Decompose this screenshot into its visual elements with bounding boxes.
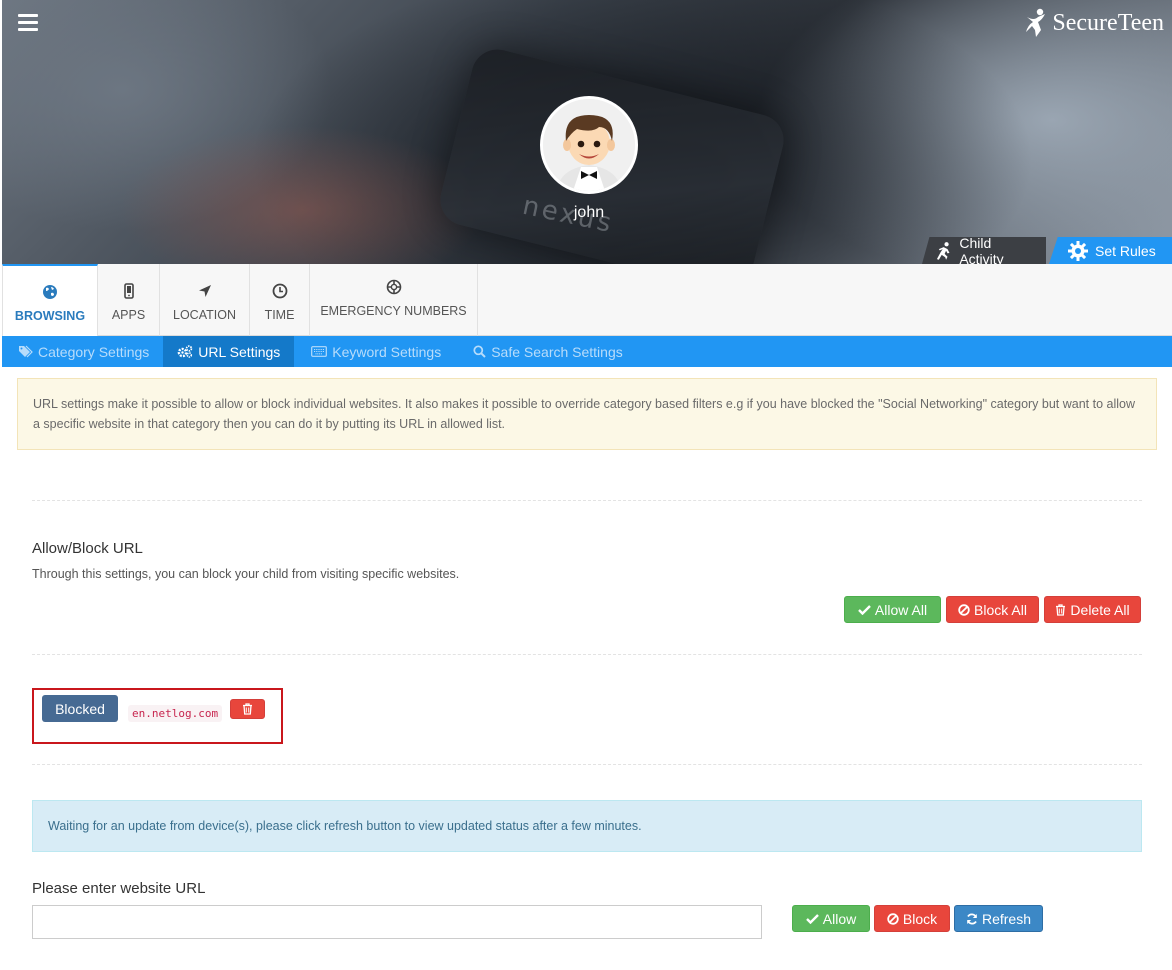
allow-block-description: Through this settings, you can block you… <box>32 567 460 581</box>
waiting-notice: Waiting for an update from device(s), pl… <box>32 800 1142 852</box>
delete-url-button[interactable] <box>230 699 265 719</box>
tab-apps-label: APPS <box>111 308 146 322</box>
running-person-icon <box>936 241 950 260</box>
tab-child-activity-label: Child Activity <box>959 234 1004 264</box>
globe-icon <box>42 283 58 301</box>
divider <box>32 764 1142 765</box>
search-icon <box>473 345 486 358</box>
tab-child-activity[interactable]: Child Activity <box>922 237 1046 264</box>
check-icon <box>858 605 871 615</box>
allow-all-button[interactable]: Allow All <box>844 596 941 623</box>
allow-block-title: Allow/Block URL <box>32 540 143 557</box>
sub-nav: Category Settings URL Settings Keyword S… <box>2 336 1172 367</box>
location-arrow-icon <box>198 282 212 300</box>
ban-icon <box>958 603 970 616</box>
subtab-safe-search-settings[interactable]: Safe Search Settings <box>455 336 637 367</box>
divider <box>32 654 1142 655</box>
block-url-label: Block <box>902 910 938 927</box>
subtab-url-settings-label: URL Settings <box>198 343 281 360</box>
tab-set-rules[interactable]: Set Rules <box>1049 237 1172 264</box>
divider <box>32 500 1142 501</box>
refresh-label: Refresh <box>981 910 1032 927</box>
tab-apps[interactable]: APPS <box>98 264 160 336</box>
tab-time-label: TIME <box>264 308 295 322</box>
allow-url-label: Allow <box>822 910 857 927</box>
block-all-button[interactable]: Block All <box>946 596 1039 623</box>
tab-browsing-label: BROWSING <box>14 309 86 323</box>
allow-url-button[interactable]: Allow <box>792 905 870 932</box>
clock-icon <box>272 282 288 300</box>
tab-set-rules-label: Set Rules <box>1095 242 1156 259</box>
waiting-notice-text: Waiting for an update from device(s), pl… <box>48 819 642 833</box>
cogs-icon <box>177 345 193 358</box>
main-nav: BROWSING APPS LOCATION TIME EMERGENCY NU… <box>2 264 1172 336</box>
allow-all-label: Allow All <box>874 601 928 618</box>
subtab-category-settings-label: Category Settings <box>38 343 150 360</box>
child-name: john <box>573 204 605 221</box>
ban-icon <box>887 912 899 925</box>
gear-icon <box>1068 240 1088 261</box>
delete-all-label: Delete All <box>1070 601 1130 618</box>
child-avatar <box>540 96 638 194</box>
life-ring-icon <box>386 278 402 296</box>
mobile-icon <box>123 282 134 300</box>
delete-all-button[interactable]: Delete All <box>1044 596 1141 623</box>
hamburger-menu-icon[interactable] <box>18 14 38 32</box>
subtab-url-settings[interactable]: URL Settings <box>163 336 295 367</box>
check-icon <box>805 914 819 924</box>
subtab-safe-search-settings-label: Safe Search Settings <box>491 343 623 360</box>
header-banner: nexus SecureTeen john Child Activity Set… <box>2 0 1172 264</box>
tab-browsing[interactable]: BROWSING <box>2 264 98 336</box>
website-url-input[interactable] <box>32 905 762 939</box>
tab-location-label: LOCATION <box>173 308 236 322</box>
logo: SecureTeen <box>1024 8 1164 38</box>
subtab-category-settings[interactable]: Category Settings <box>2 336 163 367</box>
logo-figure-icon <box>1024 8 1050 38</box>
subtab-keyword-settings-label: Keyword Settings <box>332 343 442 360</box>
url-entry-domain: en.netlog.com <box>128 705 223 722</box>
refresh-button[interactable]: Refresh <box>954 905 1043 932</box>
url-status-badge: Blocked <box>42 695 118 722</box>
trash-icon <box>243 703 252 715</box>
tab-emergency-numbers[interactable]: EMERGENCY NUMBERS <box>310 264 478 336</box>
url-input-label: Please enter website URL <box>32 880 206 897</box>
block-all-label: Block All <box>974 601 1027 618</box>
logo-text: SecureTeen <box>1052 9 1164 36</box>
url-settings-info: URL settings make it possible to allow o… <box>17 378 1157 450</box>
tags-icon <box>19 345 33 358</box>
block-url-button[interactable]: Block <box>874 905 950 932</box>
trash-icon <box>1056 603 1066 616</box>
tab-time[interactable]: TIME <box>250 264 310 336</box>
refresh-icon <box>967 912 977 925</box>
tab-location[interactable]: LOCATION <box>160 264 250 336</box>
tab-emergency-numbers-label: EMERGENCY NUMBERS <box>320 304 467 318</box>
subtab-keyword-settings[interactable]: Keyword Settings <box>294 336 455 367</box>
keyboard-icon <box>311 346 328 357</box>
